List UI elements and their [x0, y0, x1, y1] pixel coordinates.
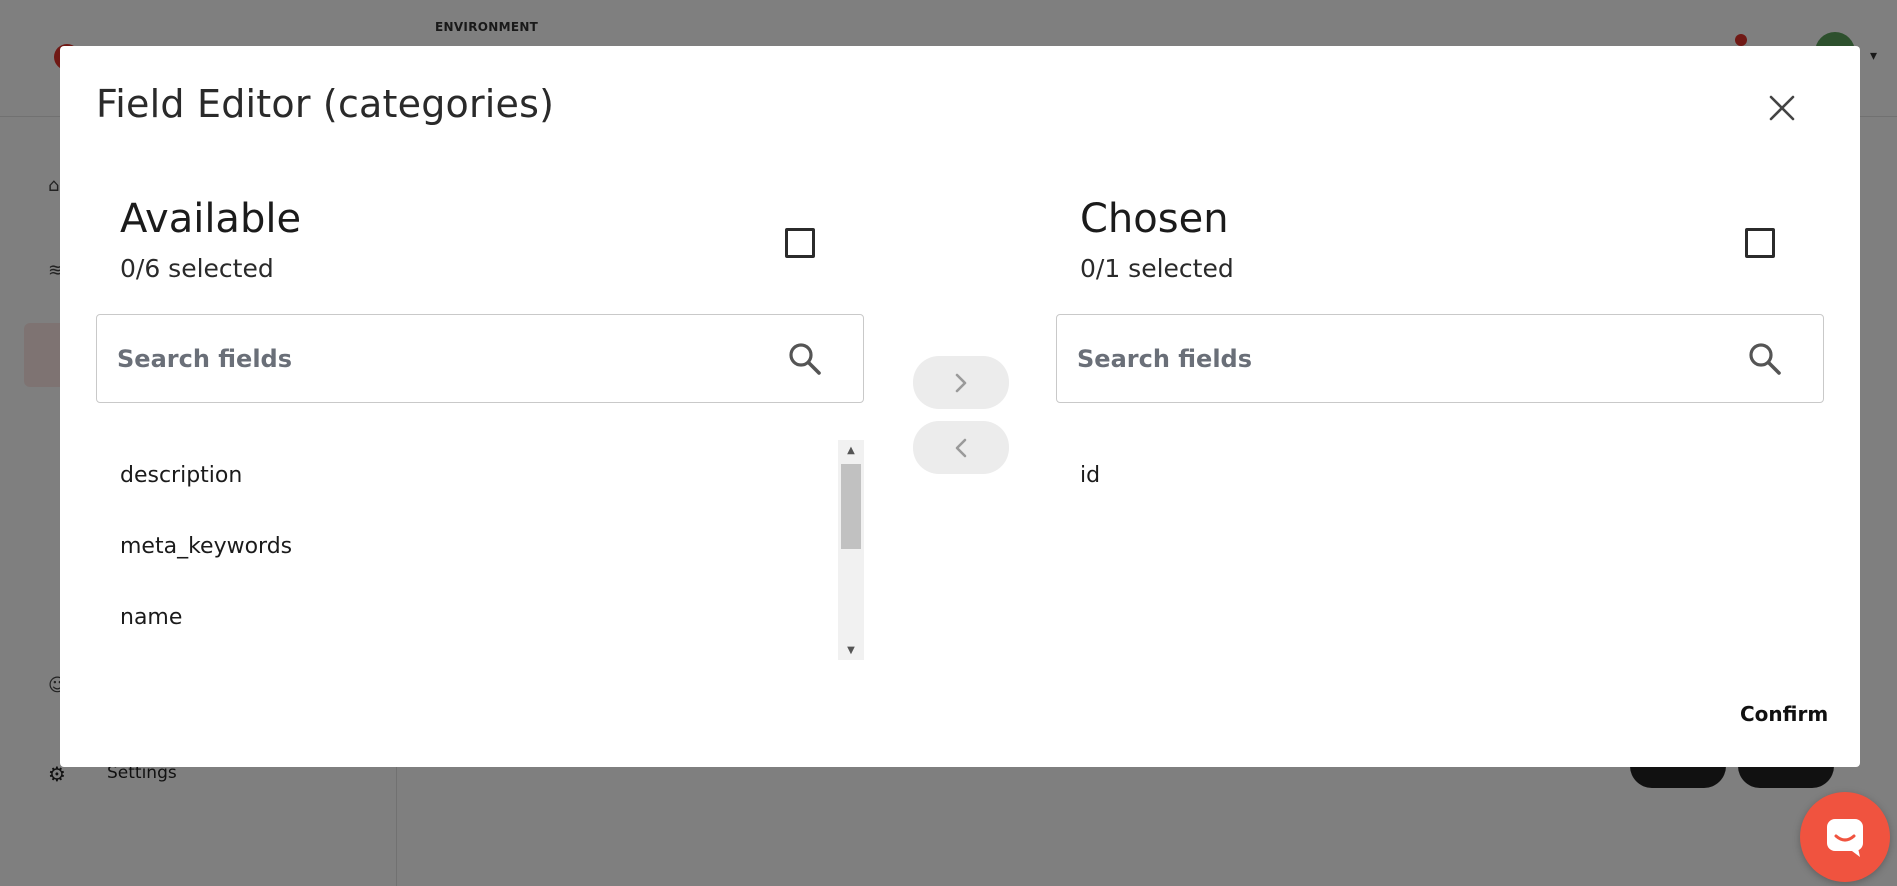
list-scrollbar[interactable]: ▲ ▼	[838, 440, 864, 660]
chat-launcher-button[interactable]	[1800, 792, 1890, 882]
available-count: 0/6 selected	[120, 254, 274, 283]
chosen-count: 0/1 selected	[1080, 254, 1234, 283]
list-item[interactable]: name	[96, 582, 864, 653]
chevron-right-icon	[955, 373, 967, 392]
scroll-down-arrow-icon[interactable]: ▼	[838, 640, 864, 660]
move-to-available-button[interactable]	[913, 421, 1009, 474]
chevron-left-icon	[955, 438, 967, 457]
list-item[interactable]: meta_keywords	[96, 511, 864, 582]
search-icon[interactable]	[787, 341, 823, 377]
chat-icon	[1827, 819, 1863, 857]
chosen-search-input[interactable]	[1077, 337, 1717, 381]
available-list: description meta_keywords name ▲ ▼	[96, 440, 864, 660]
move-to-chosen-button[interactable]	[913, 356, 1009, 409]
list-item[interactable]: description	[96, 440, 864, 511]
available-search-box	[96, 314, 864, 403]
chosen-list: id	[1056, 440, 1824, 660]
confirm-button[interactable]: Confirm	[1740, 702, 1828, 726]
chosen-select-all-checkbox[interactable]	[1745, 228, 1775, 258]
list-item[interactable]: id	[1056, 440, 1824, 511]
chosen-heading: Chosen	[1080, 196, 1229, 242]
close-icon	[1769, 95, 1795, 121]
available-heading: Available	[120, 196, 302, 242]
available-select-all-checkbox[interactable]	[785, 228, 815, 258]
chosen-search-box	[1056, 314, 1824, 403]
field-editor-modal: Field Editor (categories) Available 0/6 …	[60, 46, 1860, 767]
close-button[interactable]	[1760, 86, 1804, 130]
scrollbar-thumb[interactable]	[841, 464, 861, 549]
available-search-input[interactable]	[117, 337, 757, 381]
modal-title: Field Editor (categories)	[96, 82, 555, 126]
scroll-up-arrow-icon[interactable]: ▲	[838, 440, 864, 460]
search-icon[interactable]	[1747, 341, 1783, 377]
